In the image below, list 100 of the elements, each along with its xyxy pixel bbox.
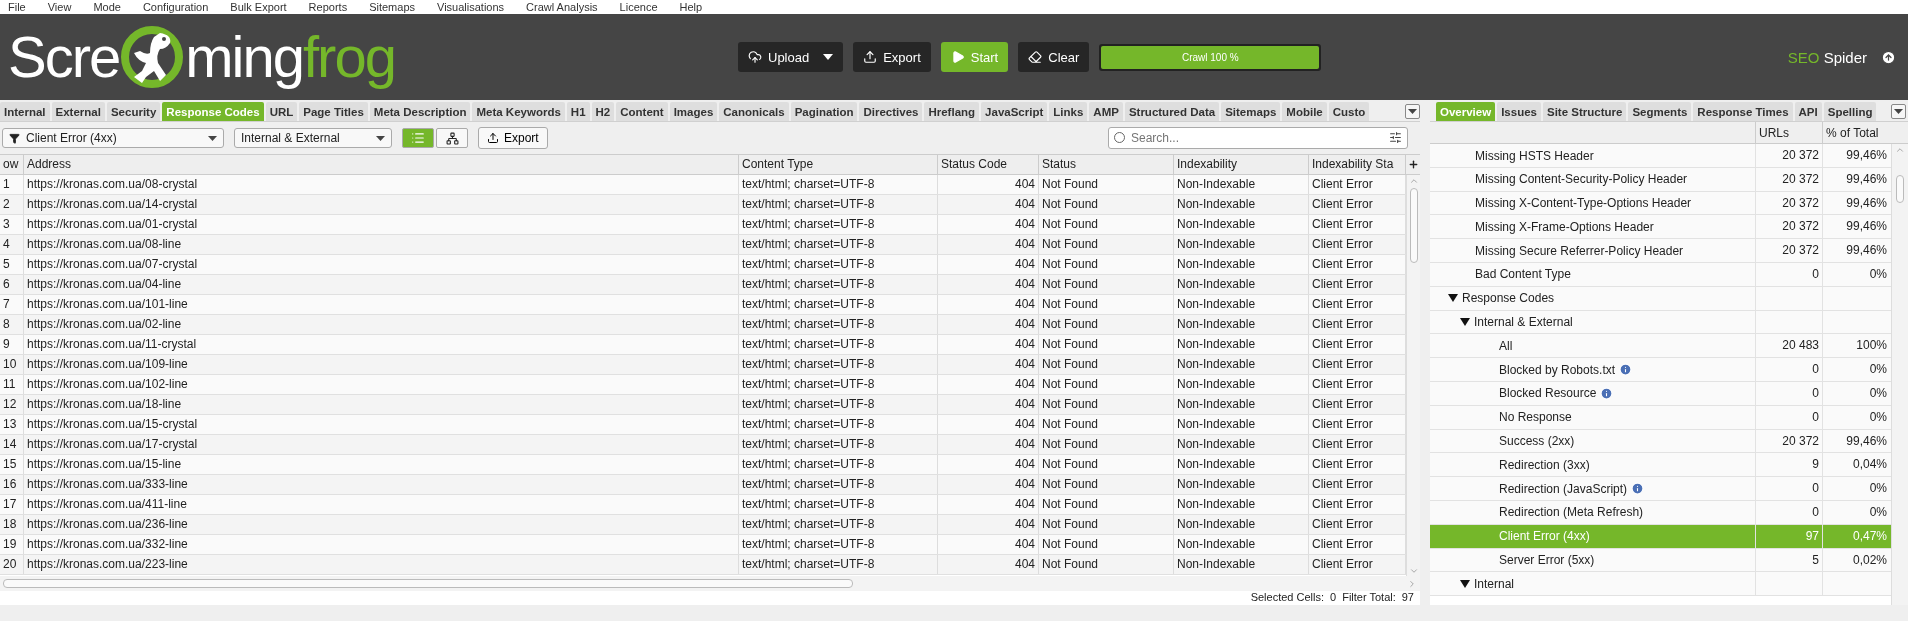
- row-label: Missing Content-Security-Policy Header: [1475, 172, 1688, 187]
- tab[interactable]: AMP: [1089, 102, 1123, 121]
- filter-dropdown[interactable]: Client Error (4xx): [2, 128, 224, 148]
- horizontal-scrollbar[interactable]: [0, 576, 1420, 591]
- menu-item[interactable]: Visualisations: [437, 1, 505, 13]
- menu-item[interactable]: File: [8, 1, 26, 13]
- tab[interactable]: API: [1794, 102, 1822, 121]
- tab[interactable]: Links: [1049, 102, 1088, 121]
- info-icon[interactable]: [1619, 363, 1633, 377]
- overview-row[interactable]: Blocked Resource 0 0%: [1430, 381, 1891, 406]
- table-cell: Not Found: [1039, 435, 1174, 454]
- table-cell: 404: [938, 435, 1039, 454]
- overview-row[interactable]: Bad Content Type 0 0%: [1430, 263, 1891, 287]
- tab[interactable]: Images: [669, 102, 718, 121]
- column-header[interactable]: ow: [0, 155, 24, 174]
- overview-row[interactable]: Missing HSTS Header 20 372 99,46%: [1430, 144, 1891, 168]
- tab[interactable]: Canonicals: [719, 102, 789, 121]
- tab[interactable]: External: [51, 102, 105, 121]
- tab[interactable]: Mobile: [1282, 102, 1327, 121]
- tab[interactable]: Page Titles: [299, 102, 368, 121]
- tab[interactable]: Custo: [1328, 102, 1370, 121]
- scrollbar[interactable]: [1891, 144, 1908, 605]
- overview-row[interactable]: Success (2xx) 20 372 99,46%: [1430, 429, 1891, 454]
- tab[interactable]: Content: [616, 102, 668, 121]
- menu-item[interactable]: Mode: [93, 1, 121, 13]
- search-field[interactable]: Search...: [1108, 127, 1408, 149]
- table-cell: 20 372: [1755, 167, 1822, 191]
- overview-row[interactable]: Missing X-Content-Type-Options Header 20 372 99,46%: [1430, 191, 1891, 216]
- column-header[interactable]: Status Code: [938, 155, 1039, 174]
- tab[interactable]: Directives: [859, 102, 923, 121]
- view-toggle-button[interactable]: [402, 128, 434, 148]
- table-cell: 18: [0, 515, 24, 534]
- row-label: Internal: [1474, 576, 1515, 591]
- overview-row[interactable]: No Response 0 0%: [1430, 405, 1891, 430]
- tabs-dropdown-button[interactable]: [1405, 104, 1420, 119]
- export-button[interactable]: Export: [853, 42, 931, 72]
- scrollbar[interactable]: [1406, 175, 1420, 576]
- arrow-up-icon[interactable]: [1881, 49, 1896, 65]
- scope-dropdown[interactable]: Internal & External: [234, 128, 392, 148]
- tab[interactable]: URL: [265, 102, 298, 121]
- overview-row[interactable]: Redirection (Meta Refresh) 0 0%: [1430, 500, 1891, 525]
- menu-item[interactable]: Crawl Analysis: [526, 1, 598, 13]
- overview-row[interactable]: Response Codes: [1430, 286, 1891, 311]
- menu-item[interactable]: Reports: [308, 1, 348, 13]
- tab[interactable]: Pagination: [790, 102, 858, 121]
- tab[interactable]: Structured Data: [1124, 102, 1220, 121]
- tab[interactable]: Meta Keywords: [472, 102, 565, 121]
- tab[interactable]: JavaScript: [981, 102, 1048, 121]
- info-icon[interactable]: [1631, 482, 1645, 496]
- info-icon[interactable]: [1600, 386, 1614, 400]
- overview-row[interactable]: Missing Content-Security-Policy Header 20 372 99,46%: [1430, 167, 1891, 192]
- view-toggle-button[interactable]: [436, 128, 468, 148]
- overview-row[interactable]: Internal & External: [1430, 310, 1891, 335]
- add-column-button[interactable]: [1406, 155, 1420, 175]
- menu-item[interactable]: View: [47, 1, 72, 13]
- scroll-thumb[interactable]: [3, 579, 853, 588]
- clear-button[interactable]: Clear: [1018, 42, 1090, 72]
- overview-row[interactable]: Missing Secure Referrer-Policy Header 20 372 99,46%: [1430, 239, 1891, 263]
- expanded-icon[interactable]: [1448, 294, 1458, 303]
- menu-item[interactable]: Help: [679, 1, 703, 13]
- tab[interactable]: Meta Description: [369, 102, 471, 121]
- tab[interactable]: H1: [566, 102, 590, 121]
- overview-row[interactable]: All 20 483 100%: [1430, 334, 1891, 359]
- overview-row[interactable]: Blocked by Robots.txt 0 0%: [1430, 358, 1891, 382]
- tab[interactable]: Response Times: [1693, 102, 1793, 121]
- tab[interactable]: Internal: [0, 102, 50, 121]
- row-label: Missing X-Frame-Options Header: [1475, 219, 1654, 234]
- column-header[interactable]: Status: [1039, 155, 1174, 174]
- tab[interactable]: Segments: [1628, 102, 1692, 121]
- tab[interactable]: Hreflang: [924, 102, 980, 121]
- menu-item[interactable]: Sitemaps: [369, 1, 415, 13]
- menu-item[interactable]: Configuration: [142, 1, 209, 13]
- expanded-icon[interactable]: [1460, 317, 1470, 326]
- overview-row[interactable]: Missing X-Frame-Options Header 20 372 99,46%: [1430, 215, 1891, 240]
- tab[interactable]: Security: [106, 102, 161, 121]
- upload-button[interactable]: Upload: [738, 42, 844, 72]
- overview-row[interactable]: Internal: [1430, 572, 1891, 597]
- export-button[interactable]: Export: [478, 127, 548, 149]
- overview-row[interactable]: Redirection (3xx) 9 0,04%: [1430, 453, 1891, 478]
- table-cell: 0: [1755, 405, 1822, 429]
- menu-item[interactable]: Licence: [619, 1, 658, 13]
- settings-icon[interactable]: [1389, 131, 1402, 144]
- menu-item[interactable]: Bulk Export: [230, 1, 287, 13]
- column-header[interactable]: Indexability: [1174, 155, 1309, 174]
- table-cell: 404: [938, 555, 1039, 574]
- column-header[interactable]: Content Type: [739, 155, 938, 174]
- overview-row[interactable]: Redirection (JavaScript) 0 0%: [1430, 477, 1891, 501]
- tab[interactable]: H2: [591, 102, 615, 121]
- table-cell: 99,46%: [1822, 429, 1890, 453]
- tab[interactable]: Site Structure: [1542, 102, 1627, 121]
- tab[interactable]: Sitemaps: [1221, 102, 1281, 121]
- overview-row[interactable]: Server Error (5xx) 5 0,02%: [1430, 548, 1891, 573]
- table-cell: 404: [938, 315, 1039, 334]
- expanded-icon[interactable]: [1460, 579, 1470, 588]
- tab[interactable]: Spelling: [1823, 102, 1877, 121]
- scroll-thumb[interactable]: [1409, 188, 1418, 263]
- scroll-thumb[interactable]: [1896, 175, 1904, 203]
- tab[interactable]: Issues: [1497, 102, 1541, 121]
- column-header[interactable]: Address: [24, 155, 739, 174]
- tabs-dropdown-button[interactable]: [1891, 104, 1906, 119]
